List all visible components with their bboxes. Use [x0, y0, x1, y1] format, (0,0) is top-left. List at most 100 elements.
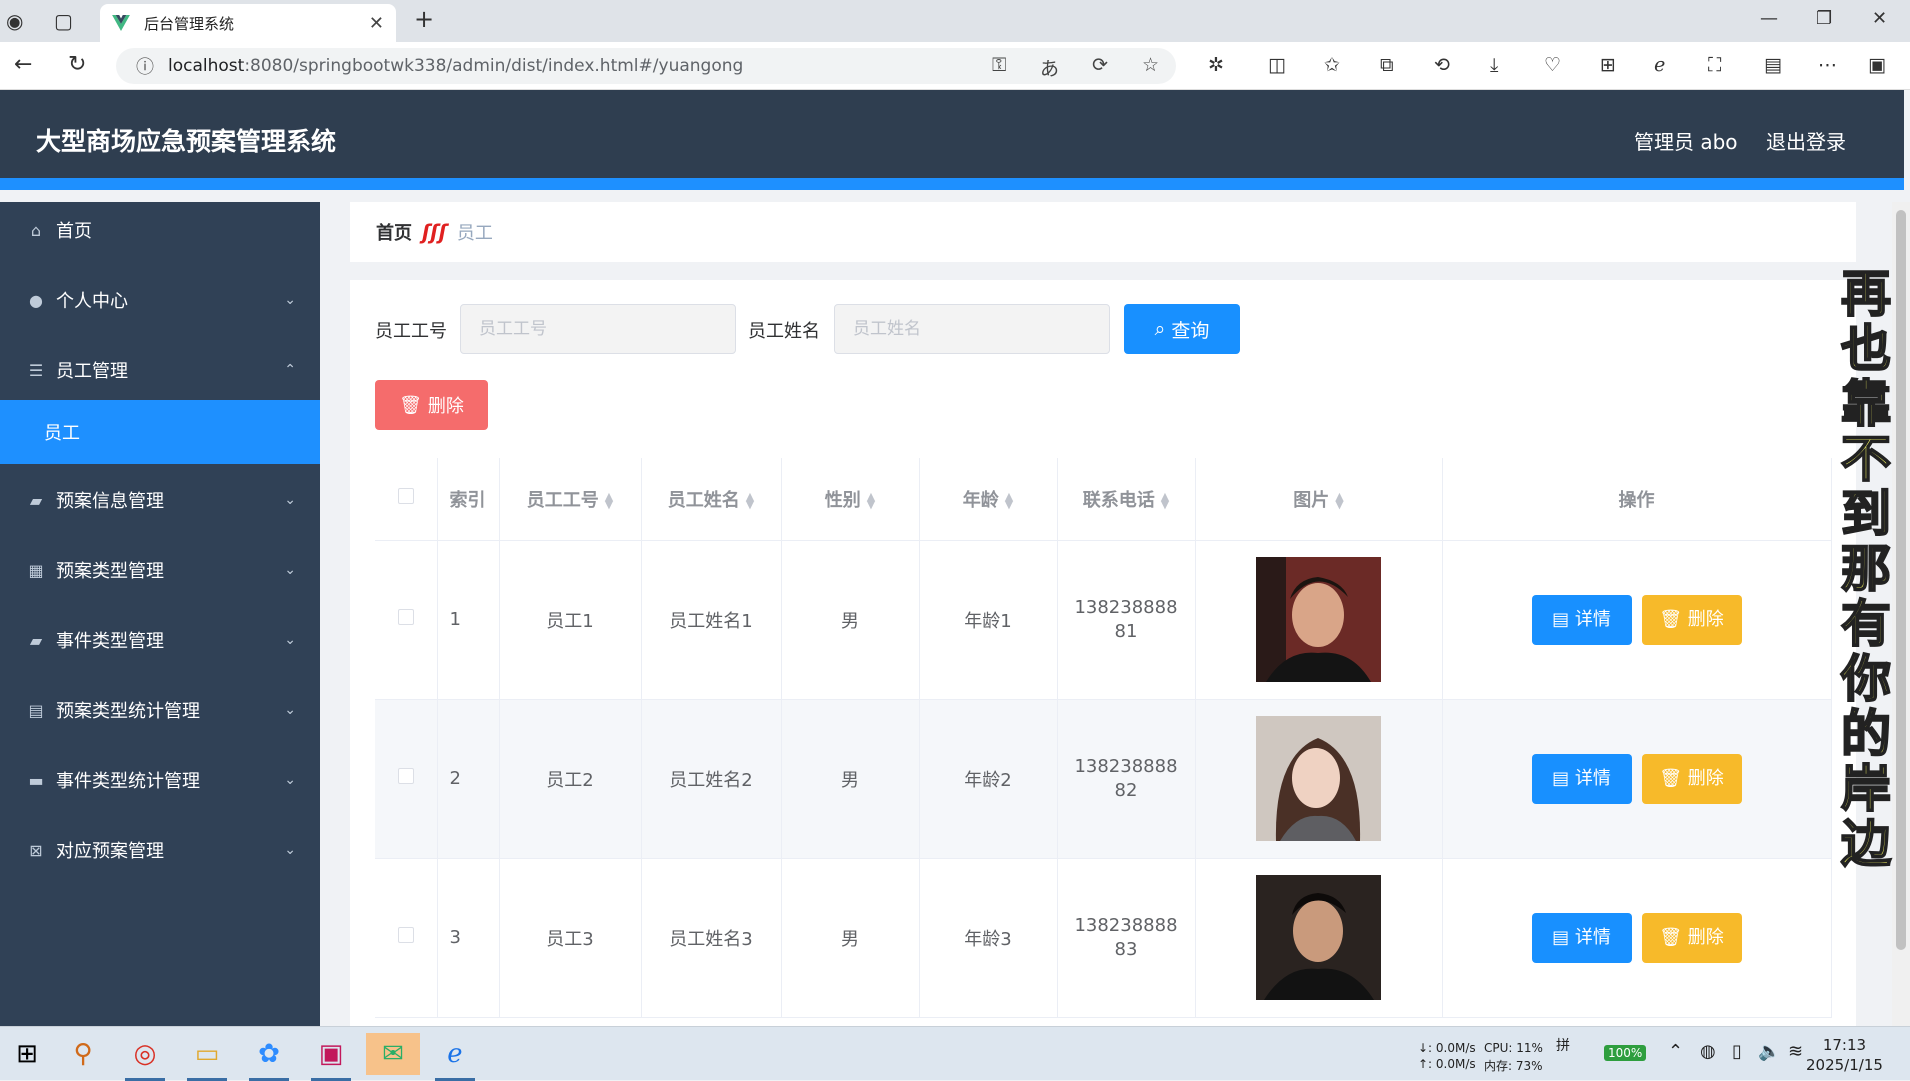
wifi-icon[interactable]: ≋	[1788, 1041, 1803, 1062]
sort-icon[interactable]: ▲ ▼	[746, 491, 754, 510]
sort-icon[interactable]: ▲ ▼	[1005, 491, 1013, 510]
extensions-icon[interactable]: ✲	[1208, 54, 1224, 76]
start-menu-icon[interactable]: ⊞	[0, 1033, 54, 1075]
logout-link[interactable]: 退出登录	[1766, 126, 1846, 155]
volume-icon[interactable]: 🔈	[1758, 1041, 1780, 1062]
sidebar-subitem-staff[interactable]: 员工	[0, 400, 320, 464]
staff-id-input[interactable]	[460, 304, 736, 354]
profile-icon[interactable]: ◉	[6, 9, 23, 33]
row-checkbox[interactable]	[397, 768, 414, 784]
tab-actions-icon[interactable]: ▢	[54, 9, 73, 33]
scrollbar-thumb[interactable]	[1896, 210, 1906, 950]
search-icon[interactable]: ⚲	[56, 1033, 110, 1075]
breadcrumb: 首页 ʃʃʃ 员工	[350, 202, 1856, 262]
apps-icon[interactable]: ⊞	[1600, 54, 1616, 76]
query-label: 查询	[1171, 319, 1210, 342]
sidebar-item-matched-plan[interactable]: ⊠ 对应预案管理 ⌄	[0, 822, 320, 878]
select-all-checkbox[interactable]	[397, 488, 414, 505]
sidebar-item-label: 事件类型管理	[56, 631, 164, 652]
split-screen-icon[interactable]: ◫	[1268, 54, 1286, 76]
col-age[interactable]: 年龄 ▲ ▼	[919, 458, 1058, 541]
minimize-icon[interactable]: —	[1760, 8, 1778, 29]
file-explorer-icon[interactable]: ▭	[180, 1033, 234, 1075]
intellij-icon[interactable]: ▣	[304, 1033, 358, 1075]
chevron-up-icon[interactable]: ⌃	[1668, 1041, 1683, 1062]
refresh-page-icon[interactable]: ⟳	[1092, 54, 1108, 76]
sidebar-item-label: 预案类型管理	[56, 561, 164, 582]
usb-icon[interactable]: ▯	[1732, 1041, 1742, 1062]
tab-close-icon[interactable]: ✕	[369, 13, 384, 34]
download-icon[interactable]: ⤓	[1490, 54, 1498, 76]
sort-icon[interactable]: ▲ ▼	[605, 491, 613, 510]
performance-icon[interactable]: ♡	[1544, 54, 1561, 76]
detail-button[interactable]: ▤ 详情	[1531, 594, 1632, 645]
wechat-icon[interactable]: ✉	[366, 1033, 420, 1075]
col-staff-id[interactable]: 员工工号 ▲ ▼	[499, 458, 642, 541]
key-icon[interactable]: ⚿	[992, 54, 1006, 76]
new-tab-icon[interactable]: +	[414, 5, 434, 33]
edge-taskbar-icon[interactable]: ℯ	[428, 1033, 482, 1075]
tray-app-icon[interactable]: ◍	[1700, 1041, 1716, 1062]
sort-icon[interactable]: ▲ ▼	[1161, 491, 1169, 510]
sort-icon[interactable]: ▲ ▼	[1335, 491, 1343, 510]
breadcrumb-home[interactable]: 首页	[376, 219, 412, 245]
copilot-icon[interactable]: ▣	[1868, 54, 1886, 76]
history-icon[interactable]: ⟲	[1434, 54, 1450, 76]
sidebar-item-plan-type-stats[interactable]: ▤ 预案类型统计管理 ⌄	[0, 682, 320, 738]
cell-gender: 男	[781, 699, 920, 859]
search-icon: ⌕	[1154, 318, 1166, 340]
close-window-icon[interactable]: ✕	[1872, 8, 1887, 29]
collections-icon[interactable]: ⧉	[1380, 54, 1394, 76]
sidebar-item-home[interactable]: ⌂ 首页	[0, 202, 320, 258]
sidebar-item-staff[interactable]: ☰ 员工管理 ⌃	[0, 342, 320, 398]
battery-indicator[interactable]: 100%	[1604, 1045, 1647, 1061]
delete-button[interactable]: 🗑 删除	[1641, 753, 1742, 804]
refresh-icon[interactable]: ↻	[68, 52, 86, 77]
cell-staff-id: 员工1	[499, 540, 642, 700]
sidebar-item-plan-type[interactable]: ▦ 预案类型管理 ⌄	[0, 542, 320, 598]
batch-delete-button[interactable]: 🗑 删除	[375, 380, 488, 430]
favorites-icon[interactable]: ✩	[1324, 54, 1340, 76]
browser-tab[interactable]: 后台管理系统 ✕	[100, 4, 396, 42]
sidebar-toggle-icon[interactable]: ▤	[1764, 54, 1782, 76]
staff-photo[interactable]	[1256, 557, 1381, 682]
sidebar-item-label: 个人中心	[56, 291, 128, 312]
system-clock[interactable]: 17:13 2025/1/15	[1806, 1035, 1883, 1075]
page-scrollbar[interactable]	[1892, 202, 1910, 1026]
sidebar-item-label: 对应预案管理	[56, 841, 164, 862]
screenshot-icon[interactable]: ⛶	[1708, 54, 1721, 76]
col-gender[interactable]: 性别 ▲ ▼	[781, 458, 920, 541]
clipboard-icon: ▤	[28, 700, 44, 720]
detail-button[interactable]: ▤ 详情	[1531, 753, 1632, 804]
app-icon[interactable]: ✿	[242, 1033, 296, 1075]
row-checkbox[interactable]	[397, 609, 414, 625]
col-phone[interactable]: 联系电话 ▲ ▼	[1057, 458, 1196, 541]
staff-photo[interactable]	[1256, 716, 1381, 841]
delete-button[interactable]: 🗑 删除	[1641, 594, 1742, 645]
translate-icon[interactable]: あ	[1040, 54, 1059, 81]
sort-icon[interactable]: ▲ ▼	[867, 491, 875, 510]
sidebar-item-profile[interactable]: ● 个人中心 ⌄	[0, 272, 320, 328]
sidebar: ⌂ 首页 ● 个人中心 ⌄ ☰ 员工管理 ⌃ 员工 ▰ 预案信息管理 ⌄ ▦ 预…	[0, 202, 320, 1026]
staff-photo[interactable]	[1256, 875, 1381, 1000]
sidebar-item-event-type-stats[interactable]: ▬ 事件类型统计管理 ⌄	[0, 752, 320, 808]
site-info-icon[interactable]: ⓘ	[136, 53, 154, 79]
col-staff-name[interactable]: 员工姓名 ▲ ▼	[641, 458, 782, 541]
row-checkbox[interactable]	[397, 927, 414, 943]
col-photo[interactable]: 图片 ▲ ▼	[1195, 458, 1443, 541]
sidebar-item-plan-info[interactable]: ▰ 预案信息管理 ⌄	[0, 472, 320, 528]
maximize-icon[interactable]: ❐	[1816, 8, 1832, 29]
query-button[interactable]: ⌕ 查询	[1124, 304, 1240, 354]
chrome-icon[interactable]: ◎	[118, 1033, 172, 1075]
favorite-star-icon[interactable]: ☆	[1142, 54, 1159, 76]
back-icon[interactable]: ←	[14, 52, 32, 77]
edge-icon[interactable]: ℯ	[1654, 54, 1665, 76]
more-icon[interactable]: ⋯	[1818, 54, 1837, 76]
detail-button[interactable]: ▤ 详情	[1531, 912, 1632, 963]
url-field[interactable]: ⓘ localhost:8080/springbootwk338/admin/d…	[116, 48, 1176, 84]
sidebar-item-event-type[interactable]: ▰ 事件类型管理 ⌄	[0, 612, 320, 668]
delete-button[interactable]: 🗑 删除	[1641, 912, 1742, 963]
detail-label: 详情	[1574, 926, 1611, 948]
staff-name-input[interactable]	[834, 304, 1110, 354]
ime-indicator[interactable]: 拼	[1556, 1035, 1570, 1055]
